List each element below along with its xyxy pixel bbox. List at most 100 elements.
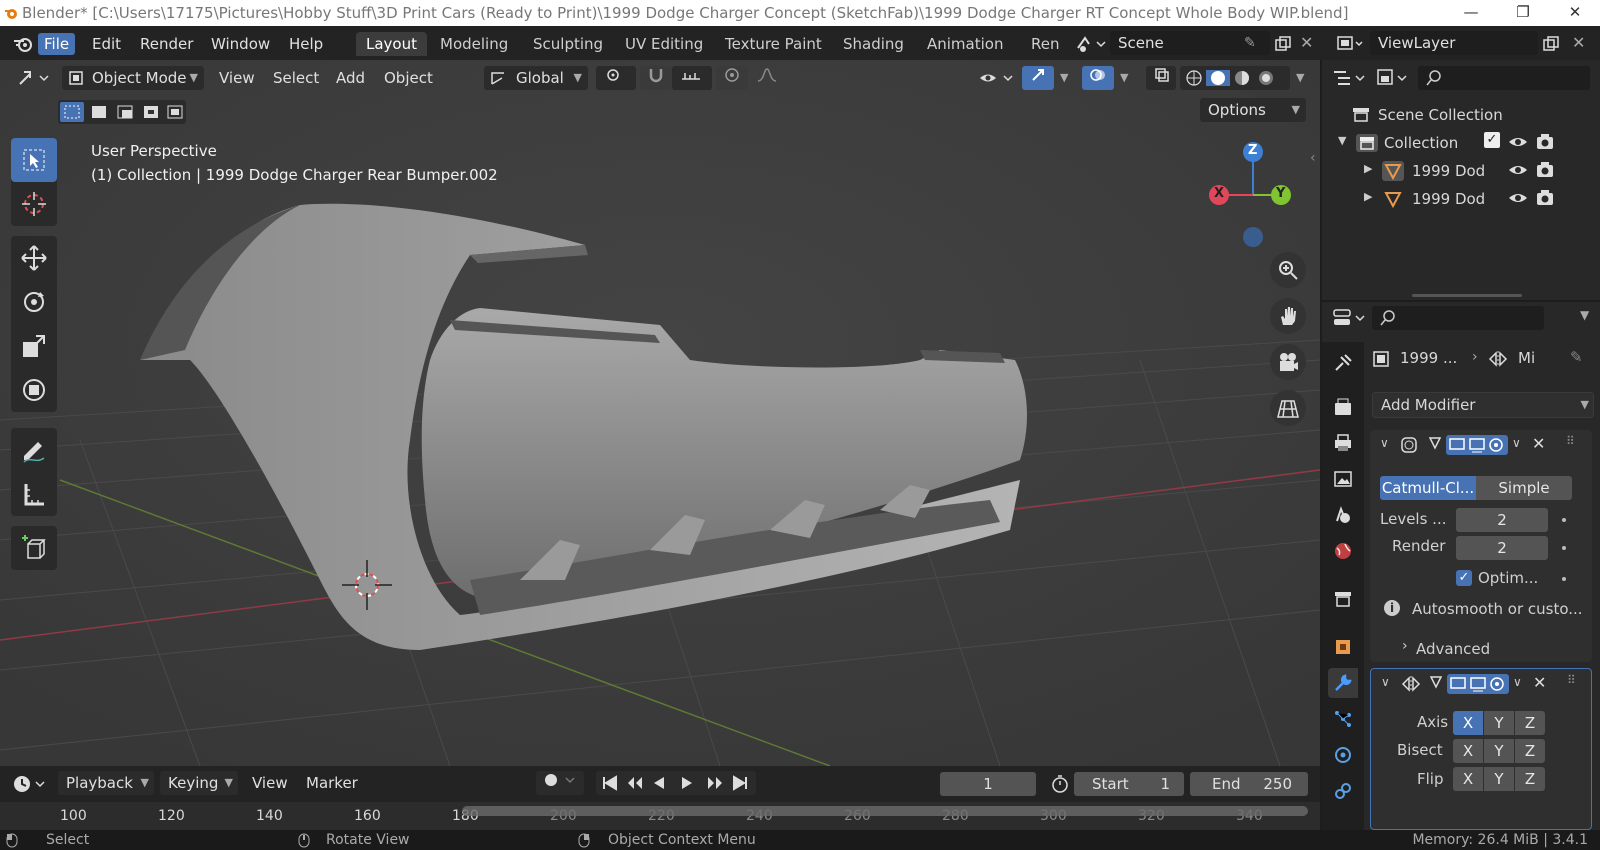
current-frame-field[interactable]: 1 <box>940 772 1036 796</box>
simple-button[interactable]: Simple <box>1476 476 1572 500</box>
menu-help[interactable]: Help <box>283 33 329 55</box>
autokey-button[interactable] <box>536 771 584 795</box>
minimize-button[interactable]: — <box>1456 3 1486 23</box>
tab-modeling[interactable]: Modeling <box>430 32 518 56</box>
timeline-menu-marker[interactable]: Marker <box>306 771 358 795</box>
select-box-tool[interactable] <box>11 138 57 182</box>
tab-uv-editing[interactable]: UV Editing <box>615 32 713 56</box>
menu-edit[interactable]: Edit <box>86 33 127 55</box>
mirror-axis-x-button[interactable]: X <box>1453 711 1483 735</box>
cursor-tool[interactable] <box>11 182 57 226</box>
start-frame-field[interactable]: Start 1 <box>1074 772 1184 796</box>
expand-arrow-icon[interactable]: ▶ <box>1364 190 1372 203</box>
tab-modifiers[interactable] <box>1328 668 1358 698</box>
delete-scene-icon[interactable]: ✕ <box>1300 33 1313 52</box>
playback-controls-icons[interactable] <box>602 775 752 791</box>
sidebar-toggle-icon[interactable]: ‹ <box>1310 150 1316 166</box>
collection-checkbox[interactable]: ✓ <box>1484 132 1500 148</box>
outliner-object-row[interactable]: ▶ 1999 Dod <box>1322 158 1600 184</box>
camera-view-button[interactable] <box>1270 344 1306 380</box>
viewport-menu-select[interactable]: Select <box>273 66 319 90</box>
chevron-down-icon[interactable]: ▼ <box>1120 71 1128 84</box>
display-mode-icon[interactable] <box>1376 68 1412 88</box>
collapse-chevron-icon[interactable]: ∨ <box>1380 436 1389 450</box>
keying-menu[interactable]: Keying ▼ <box>160 771 238 795</box>
rotate-tool[interactable] <box>11 280 57 324</box>
mirror-bisect-z-button[interactable]: Z <box>1515 739 1545 763</box>
eye-icon[interactable] <box>1508 162 1528 178</box>
shading-mode-icons[interactable] <box>1186 70 1286 86</box>
mirror-bisect-y-button[interactable]: Y <box>1484 739 1514 763</box>
remove-modifier-icon[interactable]: ✕ <box>1533 673 1546 692</box>
render-camera-icon[interactable] <box>1536 189 1554 207</box>
overlays-toggle-button[interactable] <box>1082 66 1114 90</box>
transform-tool[interactable] <box>11 368 57 412</box>
render-camera-icon[interactable] <box>1536 133 1554 151</box>
tab-layout[interactable]: Layout <box>356 32 427 56</box>
tab-world[interactable] <box>1328 536 1358 566</box>
add-modifier-dropdown[interactable]: Add Modifier ▼ <box>1372 392 1594 418</box>
viewport-menu-view[interactable]: View <box>219 66 255 90</box>
scale-tool[interactable] <box>11 324 57 368</box>
new-viewlayer-icon[interactable] <box>1542 35 1560 53</box>
move-tool[interactable] <box>11 236 57 280</box>
tab-constraints[interactable] <box>1328 776 1358 806</box>
pivot-point-button[interactable] <box>596 66 636 90</box>
timeline-editor-type-icon[interactable] <box>12 774 48 794</box>
viewlayer-browse-icon[interactable] <box>1336 35 1366 53</box>
chevron-down-icon[interactable]: ▼ <box>1060 71 1068 84</box>
blender-menu-icon[interactable] <box>12 34 34 54</box>
3d-viewport[interactable]: Object Mode ▼ View Select Add Object Glo… <box>0 60 1320 766</box>
transform-orientation-dropdown[interactable]: Global ▼ <box>484 66 588 90</box>
falloff-button[interactable] <box>748 66 788 90</box>
keyframe-dot[interactable] <box>1562 518 1566 522</box>
viewport-menu-object[interactable]: Object <box>384 66 433 90</box>
mirror-flip-z-button[interactable]: Z <box>1515 767 1545 791</box>
render-levels-field[interactable]: 2 <box>1456 536 1548 560</box>
mirror-axis-z-button[interactable]: Z <box>1515 711 1545 735</box>
annotate-tool[interactable] <box>11 428 57 472</box>
drag-handle-icon[interactable]: ⠿ <box>1567 673 1576 687</box>
chevron-down-icon[interactable]: ▼ <box>1580 308 1589 322</box>
tab-texture-paint[interactable]: Texture Paint <box>715 32 832 56</box>
viewlayer-name-field[interactable]: ViewLayer <box>1370 31 1538 55</box>
menu-file[interactable]: File <box>38 33 76 55</box>
scene-collection-row[interactable]: Scene Collection <box>1352 104 1592 126</box>
add-cube-tool[interactable] <box>11 526 57 570</box>
modifier-visibility-toggles[interactable] <box>1428 434 1510 456</box>
mirror-axis-y-button[interactable]: Y <box>1484 711 1514 735</box>
outliner-scrollbar[interactable] <box>1412 294 1522 297</box>
remove-modifier-icon[interactable]: ✕ <box>1532 434 1545 453</box>
pan-button[interactable] <box>1270 298 1306 334</box>
tab-output[interactable] <box>1328 428 1358 458</box>
tab-view-layer[interactable] <box>1328 464 1358 494</box>
tab-rendering[interactable]: Ren <box>1021 32 1069 56</box>
menu-render[interactable]: Render <box>134 33 199 55</box>
tab-sculpting[interactable]: Sculpting <box>523 32 613 56</box>
tab-collection[interactable] <box>1328 584 1358 614</box>
optimal-display-checkbox[interactable]: ✓ <box>1456 570 1472 586</box>
tab-object[interactable] <box>1328 632 1358 662</box>
stopwatch-icon[interactable] <box>1050 774 1070 794</box>
chevron-down-icon[interactable]: ∨ <box>1512 436 1521 450</box>
eye-icon[interactable] <box>1508 190 1528 206</box>
keyframe-dot[interactable] <box>1562 577 1566 581</box>
properties-editor-type-icon[interactable] <box>1332 308 1368 328</box>
options-dropdown[interactable]: Options ▼ <box>1200 98 1306 122</box>
levels-viewport-field[interactable]: 2 <box>1456 508 1548 532</box>
end-frame-field[interactable]: End 250 <box>1190 772 1308 796</box>
close-window-button[interactable]: ✕ <box>1560 3 1590 23</box>
tab-tool[interactable] <box>1328 348 1358 378</box>
menu-window[interactable]: Window <box>205 33 276 55</box>
proportional-edit-button[interactable] <box>716 66 748 90</box>
timeline-scrollbar[interactable] <box>462 806 1308 816</box>
collapse-chevron-icon[interactable]: ∨ <box>1381 675 1390 689</box>
advanced-subpanel-label[interactable]: Advanced <box>1416 640 1490 658</box>
mirror-flip-y-button[interactable]: Y <box>1484 767 1514 791</box>
mirror-flip-x-button[interactable]: X <box>1453 767 1483 791</box>
properties-search-input[interactable] <box>1372 306 1544 330</box>
object-mode-dropdown[interactable]: Object Mode ▼ <box>62 66 204 90</box>
playback-menu[interactable]: Playback ▼ <box>58 771 154 795</box>
chevron-right-icon[interactable]: › <box>1402 638 1408 654</box>
snap-target-button[interactable] <box>672 66 712 90</box>
